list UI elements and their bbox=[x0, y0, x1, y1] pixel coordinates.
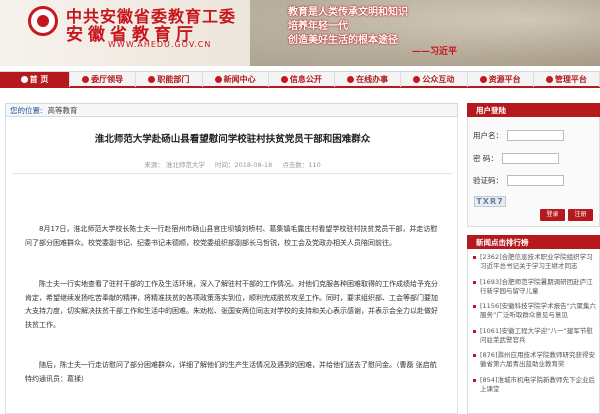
nav-home[interactable]: 首 页 bbox=[0, 72, 70, 87]
breadcrumb: 您的位置: 高等教育 bbox=[5, 103, 458, 117]
resource-icon bbox=[479, 76, 487, 83]
site-url: WWW.AHEDU.GOV.CN bbox=[108, 40, 212, 49]
password-input[interactable] bbox=[501, 153, 559, 164]
article-paragraph: 陈士夫一行实地查看了驻村干部的工作及生活环境，深入了解驻村干部的工作情况。对他们… bbox=[25, 280, 438, 329]
captcha-label: 验证码： bbox=[473, 176, 503, 185]
article-paragraph: 8月17日，淮北师范大学校长陈士夫一行赴宿州市砀山县官庄坝镇刘桥村、葛集镇毛露庄… bbox=[25, 225, 438, 247]
list-item[interactable]: [1061]安徽工程大学迎“八一”建军节慰问驻芜武警官兵 bbox=[473, 327, 596, 345]
article-container: 淮北师范大学赴砀山县看望慰问学校驻村扶贫党员干部和困难群众 来源： 淮北师范大学… bbox=[5, 117, 458, 414]
article-meta: 来源： 淮北师范大学 时间：2018-08-18 点击数：110 bbox=[6, 159, 459, 169]
news-ranking-panel: 新闻点击排行榜 [2362]合肥信息技术职业学院组织学习习近平总书记关于学习王继… bbox=[467, 235, 600, 414]
slogan-signature: ——习近平 bbox=[412, 47, 458, 57]
slogan-line-2: 培养年轻一代 bbox=[288, 21, 348, 32]
nav-online-service[interactable]: 在线办事 bbox=[335, 72, 402, 87]
article-time: 时间：2018-08-18 bbox=[214, 161, 273, 169]
nav-departments[interactable]: 职能部门 bbox=[136, 72, 203, 87]
slogan-line-1: 教育是人类传承文明和知识 bbox=[288, 7, 408, 18]
captcha-input[interactable] bbox=[507, 175, 564, 186]
nav-disclosure[interactable]: 信息公开 bbox=[269, 72, 335, 87]
username-row: 用户名： bbox=[473, 130, 564, 141]
login-panel: 用户名： 密 码： 验证码： TXR7 登录 注册 bbox=[467, 117, 600, 227]
breadcrumb-label: 您的位置: bbox=[10, 105, 43, 115]
login-panel-title: 用户登陆 bbox=[467, 103, 600, 117]
nav-leaders[interactable]: 委厅领导 bbox=[70, 72, 137, 87]
sidebar: 用户登陆 用户名： 密 码： 验证码： TXR7 登录 注册 新闻点击排行榜 [… bbox=[467, 103, 600, 414]
list-item[interactable]: [1156]安徽科技学院学术报告“六聚集六服务”广泛听取群众意见与意见 bbox=[473, 302, 596, 320]
user-icon bbox=[82, 76, 90, 83]
building-icon bbox=[148, 76, 156, 83]
news-icon bbox=[214, 76, 222, 83]
ranking-title: 新闻点击排行榜 bbox=[467, 235, 600, 249]
divider bbox=[12, 173, 453, 174]
main-nav: 首 页 委厅领导 职能部门 新闻中心 信息公开 在线办事 公众互动 资源平台 管… bbox=[0, 71, 600, 88]
register-button[interactable]: 注册 bbox=[568, 209, 593, 221]
article-title: 淮北师范大学赴砀山县看望慰问学校驻村扶贫党员干部和困难群众 bbox=[94, 134, 371, 145]
info-icon bbox=[280, 76, 288, 83]
username-input[interactable] bbox=[507, 130, 564, 141]
service-icon bbox=[347, 76, 355, 83]
chat-icon bbox=[413, 76, 421, 83]
list-item[interactable]: [854]淮城市机电学院新教师先下企业后上课堂 bbox=[473, 376, 596, 394]
article-clicks: 点击数：110 bbox=[282, 161, 321, 169]
nav-interaction[interactable]: 公众互动 bbox=[401, 72, 468, 87]
home-icon bbox=[20, 76, 28, 83]
list-item[interactable]: [1693]合肥师范学院暑期调研团赴庐江行新学园与留守儿童 bbox=[473, 278, 596, 296]
login-buttons: 登录 注册 bbox=[540, 209, 593, 221]
captcha-image[interactable]: TXR7 bbox=[474, 196, 506, 207]
nav-admin[interactable]: 管理平台 bbox=[534, 72, 600, 87]
emblem-icon bbox=[28, 6, 58, 36]
article-source: 来源： 淮北师范大学 bbox=[144, 161, 205, 169]
ranking-list: [2362]合肥信息技术职业学院组织学习习近平总书记关于学习王继才同志 [169… bbox=[467, 249, 600, 414]
username-label: 用户名： bbox=[473, 131, 503, 140]
list-item[interactable]: [876]滁州应用技术学院教师研究获得安徽省第六届青出蓝助业教育奖 bbox=[473, 351, 596, 369]
slogan-line-3: 创造美好生活的根本途径 bbox=[288, 35, 398, 46]
captcha-row: 验证码： bbox=[473, 175, 564, 186]
login-button[interactable]: 登录 bbox=[540, 209, 565, 221]
nav-resources[interactable]: 资源平台 bbox=[468, 72, 534, 87]
password-label: 密 码： bbox=[473, 154, 498, 163]
list-item[interactable]: [2362]合肥信息技术职业学院组织学习习近平总书记关于学习王继才同志 bbox=[473, 253, 596, 271]
password-row: 密 码： bbox=[473, 153, 559, 164]
site-banner: 中共安徽省委教育工委 安徽省教育厅 WWW.AHEDU.GOV.CN 教育是人类… bbox=[0, 0, 600, 66]
breadcrumb-section-link[interactable]: 高等教育 bbox=[48, 105, 78, 116]
nav-news[interactable]: 新闻中心 bbox=[203, 72, 269, 87]
admin-icon bbox=[545, 76, 553, 83]
article-paragraph: 随后，陈士夫一行走访慰问了部分困难群众，详细了解他们的生产生活情况及遇到的困难，… bbox=[25, 361, 437, 383]
